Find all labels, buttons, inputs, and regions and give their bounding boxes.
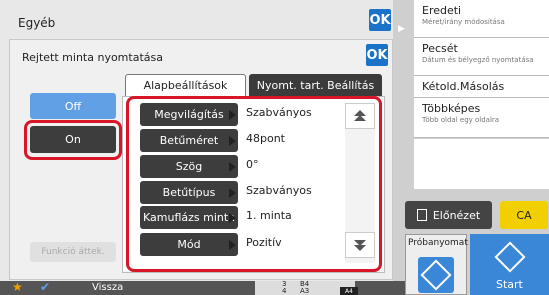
outer-ok-button[interactable]: OK (369, 9, 391, 31)
star-icon[interactable]: ★ (12, 280, 23, 294)
back-button[interactable]: Vissza (92, 282, 123, 293)
menu-item-title: Kétold.Másolás (422, 80, 505, 93)
diamond-icon (494, 241, 526, 273)
menu-item-title: Többképes (422, 102, 481, 115)
dialog-ok-button[interactable]: OK (366, 44, 388, 66)
proof-print-button[interactable]: Próbanyomat (405, 234, 468, 295)
start-button[interactable]: Start (470, 234, 549, 295)
settings-highlight (126, 96, 382, 272)
menu-item-pecset[interactable]: Pecsét Dátum és bélyegző nyomtatása (414, 38, 549, 76)
menu-item-title: Eredeti (422, 4, 462, 17)
size-badge: A4 (340, 287, 358, 295)
menu-item-subtitle: Több oldal egy oldalra (422, 116, 500, 124)
preview-label: Előnézet (432, 208, 481, 222)
tab-basic-settings[interactable]: Alapbeállítások (125, 74, 246, 96)
menu-item-tobbkepes[interactable]: Többképes Több oldal egy oldalra (414, 98, 549, 138)
menu-empty (414, 139, 549, 189)
menu-item-subtitle: Dátum és bélyegző nyomtatása (422, 56, 534, 64)
tray-size: A3 (300, 287, 310, 295)
ca-button[interactable]: CA (500, 201, 548, 229)
preview-button[interactable]: Előnézet (405, 201, 492, 229)
preview-icon (416, 209, 427, 221)
tab-print-content-settings[interactable]: Nyomt. tart. Beállítás (249, 74, 382, 96)
diamond-icon (420, 259, 452, 291)
menu-item-eredeti[interactable]: Eredeti Méret/irány módosítása (414, 0, 549, 38)
menu-item-ketold[interactable]: Kétold.Másolás (414, 76, 549, 98)
function-overview-button[interactable]: Funkció áttek. (30, 242, 116, 262)
proof-print-label: Próbanyomat (408, 238, 468, 248)
start-label: Start (496, 278, 523, 291)
play-icon: ▶ (398, 24, 405, 34)
proof-print-icon-bg (418, 257, 454, 293)
outer-title: Egyéb (18, 16, 56, 30)
on-button[interactable]: On (30, 126, 116, 153)
tray-number: 4 (282, 287, 287, 295)
menu-item-subtitle: Méret/irány módosítása (422, 18, 505, 26)
dialog-title: Rejtett minta nyomtatása (22, 51, 163, 64)
check-icon[interactable]: ✔ (40, 280, 50, 294)
off-button[interactable]: Off (30, 93, 116, 119)
menu-item-title: Pecsét (422, 42, 458, 55)
